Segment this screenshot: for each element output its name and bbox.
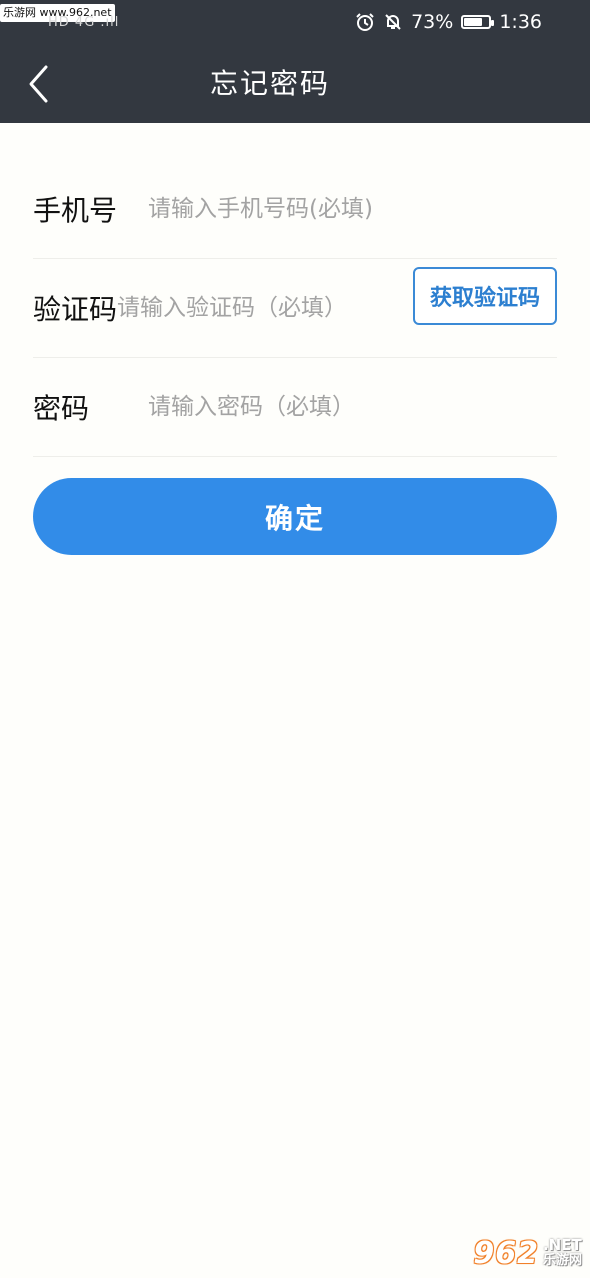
status-icons: 73% 1:36 [355,10,542,34]
get-code-button[interactable]: 获取验证码 [413,267,557,325]
watermark-bottom-right: 962 .NET 乐游网 [473,1234,582,1272]
watermark-cn: 乐游网 [542,1253,582,1268]
confirm-button[interactable]: 确定 [33,478,557,555]
page-title: 忘记密码 [209,67,330,100]
password-input[interactable] [148,382,557,432]
phone-row: 手机号 [33,160,557,259]
forgot-password-screen: 乐游网 www.962.net HD 4G .ıll 73% 1:36 忘记密码… [0,0,590,1278]
password-row: 密码 [33,358,557,457]
navigation-bar: 忘记密码 [0,44,590,123]
watermark-net: .NET [542,1236,582,1254]
watermark-number: 962 [473,1235,539,1271]
alarm-icon [355,12,375,32]
phone-input[interactable] [148,184,557,234]
signal-indicator: HD 4G .ıll [48,15,120,30]
code-label: 验证码 [33,293,118,326]
phone-label: 手机号 [33,194,118,227]
password-label: 密码 [33,392,90,425]
header: 乐游网 www.962.net HD 4G .ıll 73% 1:36 忘记密码 [0,0,590,123]
battery-percent: 73% [411,11,454,33]
mute-bell-icon [383,12,403,32]
watermark-side: .NET 乐游网 [542,1236,582,1269]
clock: 1:36 [499,11,542,33]
reset-form: 手机号 验证码 密码 获取验证码 [33,160,561,457]
battery-icon [461,15,495,29]
battery-level [464,18,482,26]
status-bar: 乐游网 www.962.net HD 4G .ıll 73% 1:36 [0,0,590,44]
